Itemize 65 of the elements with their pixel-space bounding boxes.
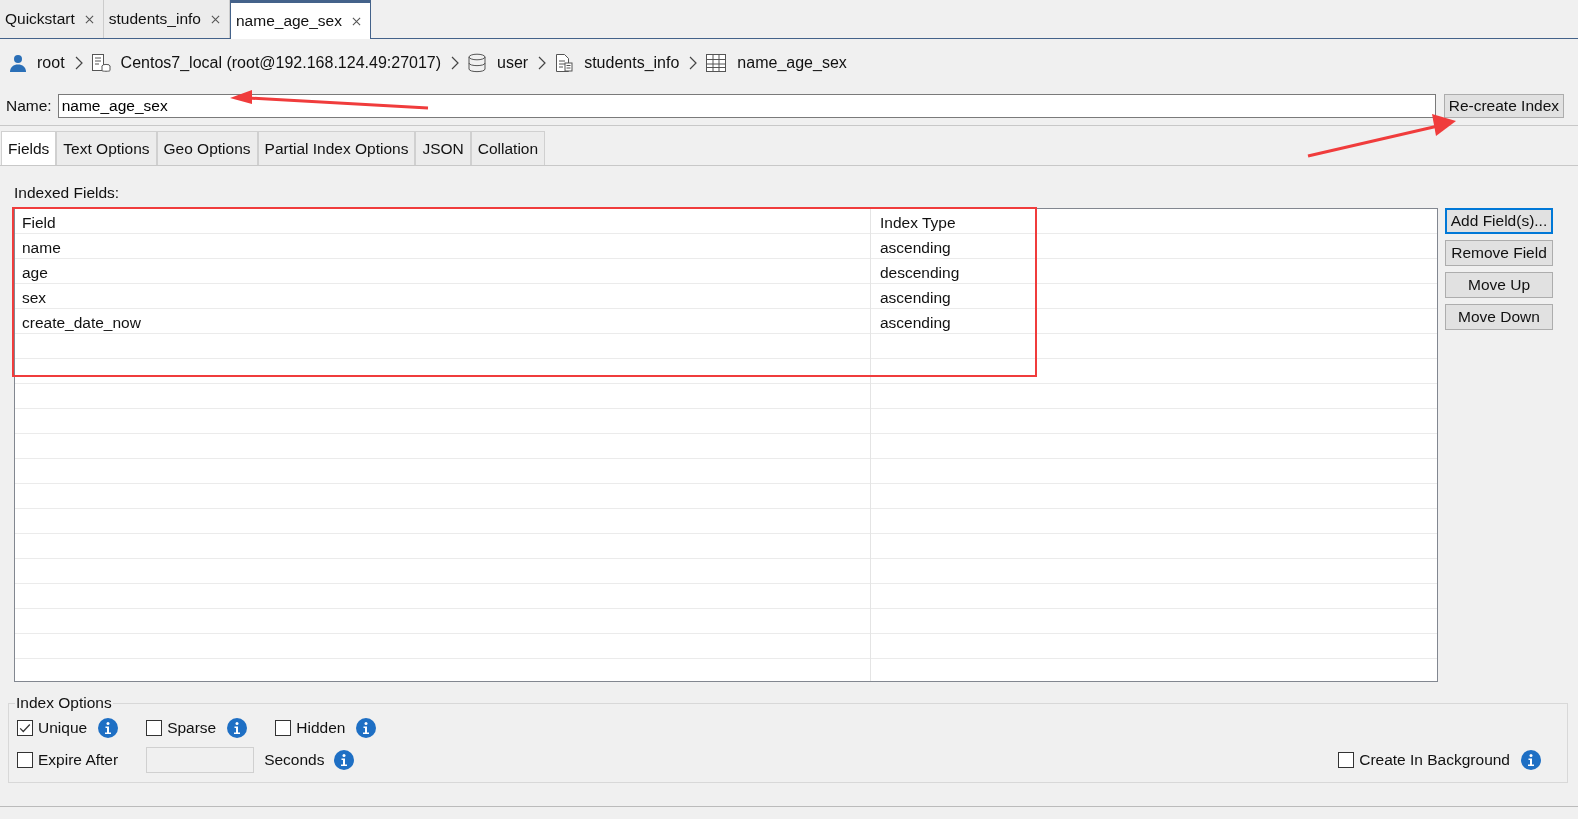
- options-tab[interactable]: JSON: [415, 131, 471, 165]
- breadcrumb-item[interactable]: Centos7_local (root@192.168.124.49:27017): [120, 54, 442, 72]
- table-cell-text: ascending: [879, 313, 951, 332]
- breadcrumb-item[interactable]: name_age_sex: [737, 54, 847, 72]
- breadcrumb-item[interactable]: students_info: [584, 54, 680, 72]
- side-button[interactable]: Move Up: [1445, 272, 1553, 298]
- checkbox[interactable]: [275, 720, 292, 736]
- editor-tab[interactable]: Quickstart: [0, 0, 104, 38]
- chevron-icon: [689, 56, 698, 70]
- table-cell-text: descending: [879, 263, 960, 282]
- tab-label: Quickstart: [5, 10, 75, 28]
- options-tab[interactable]: Geo Options: [156, 131, 258, 165]
- user-icon: [9, 54, 27, 72]
- tab-label: name_age_sex: [236, 12, 342, 30]
- info-icon[interactable]: [1521, 750, 1541, 770]
- table-icon: [705, 53, 728, 73]
- options-title: Index Options: [15, 694, 113, 712]
- info-icon[interactable]: [334, 750, 355, 770]
- checkbox-label: Unique: [38, 719, 88, 737]
- checkbox[interactable]: [146, 720, 163, 736]
- name-label: Name:: [6, 97, 52, 115]
- checkbox[interactable]: [1338, 752, 1355, 768]
- checkbox[interactable]: [17, 720, 33, 736]
- column-header: Field: [21, 213, 57, 232]
- table-cell-text: ascending: [879, 238, 951, 257]
- editor-tab[interactable]: name_age_sex: [230, 0, 371, 39]
- table-cell-text: name: [21, 238, 62, 257]
- database-icon: [467, 53, 488, 73]
- document-icon: [554, 53, 575, 73]
- seconds-field[interactable]: [146, 747, 255, 773]
- side-button[interactable]: Move Down: [1445, 304, 1553, 330]
- server-icon: [90, 53, 111, 73]
- name-field[interactable]: name_age_sex: [57, 94, 1436, 118]
- table-cell-text: age: [21, 263, 49, 282]
- info-icon[interactable]: [356, 718, 377, 738]
- close-icon[interactable]: [84, 14, 94, 24]
- checkbox-label: Create In Background: [1359, 751, 1510, 769]
- section-label: Indexed Fields:: [14, 184, 121, 202]
- info-icon[interactable]: [98, 718, 119, 738]
- chevron-icon: [538, 56, 547, 70]
- breadcrumb-item[interactable]: root: [37, 54, 65, 72]
- info-icon[interactable]: [227, 718, 248, 738]
- options-tab[interactable]: Text Options: [56, 131, 157, 165]
- checkbox[interactable]: [17, 752, 33, 768]
- side-button[interactable]: Add Field(s)...: [1445, 208, 1553, 234]
- chevron-icon: [451, 56, 460, 70]
- unit-label: Seconds: [264, 751, 325, 769]
- table-cell-text: sex: [21, 288, 48, 307]
- options-tab[interactable]: Partial Index Options: [257, 131, 416, 165]
- tab-label: students_info: [108, 10, 201, 28]
- table-cell-text: create_date_now: [21, 313, 142, 332]
- checkbox-label: Expire After: [38, 751, 119, 769]
- options-tab[interactable]: Fields: [1, 131, 57, 165]
- checkbox-label: Hidden: [296, 719, 346, 737]
- editor-tab[interactable]: students_info: [103, 0, 230, 38]
- checkbox-label: Sparse: [167, 719, 217, 737]
- options-tab[interactable]: Collation: [470, 131, 546, 165]
- column-header: Index Type: [879, 213, 956, 232]
- close-icon[interactable]: [211, 14, 220, 24]
- chevron-icon: [74, 56, 83, 70]
- breadcrumb-item[interactable]: user: [497, 54, 529, 72]
- recreate-index-button[interactable]: Re-create Index: [1443, 94, 1564, 118]
- side-button[interactable]: Remove Field: [1445, 240, 1553, 266]
- close-icon[interactable]: [352, 16, 361, 26]
- table-cell-text: ascending: [879, 288, 951, 307]
